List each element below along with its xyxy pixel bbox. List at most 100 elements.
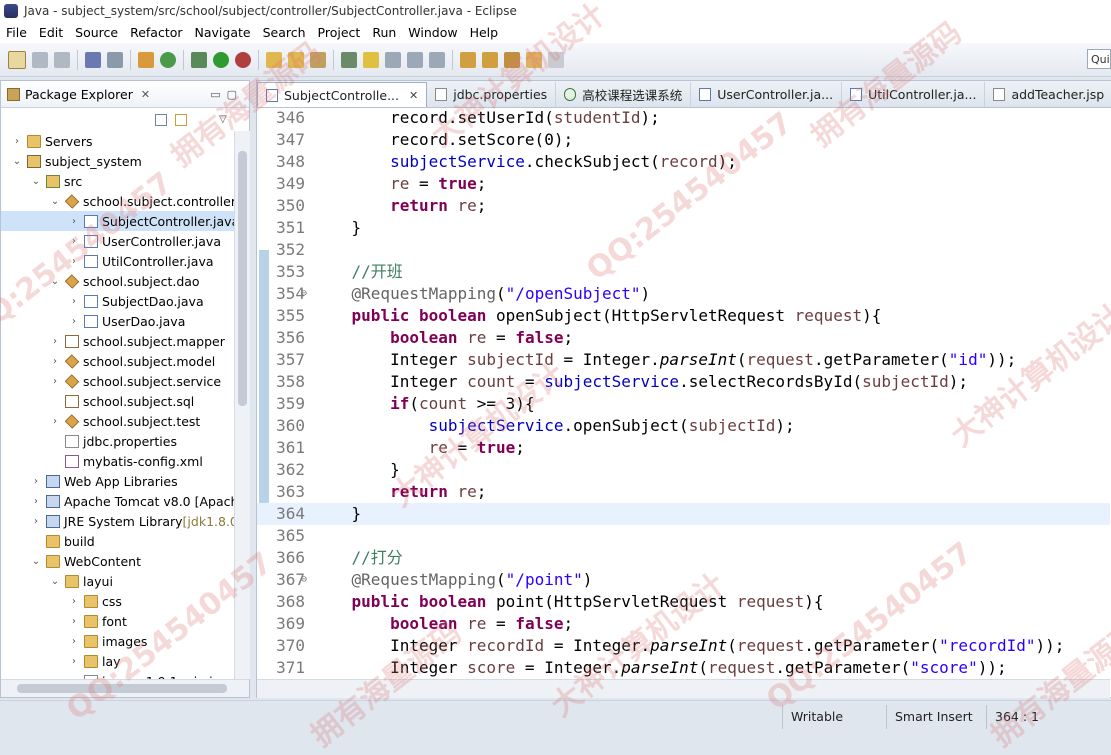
tree-item[interactable]: › UtilController.java [1, 251, 234, 271]
code-line[interactable]: 364 } [257, 503, 1110, 525]
tree-item[interactable]: › UserController.java [1, 231, 234, 251]
code-line[interactable]: 371 Integer score = Integer.parseInt(req… [257, 657, 1110, 679]
chevron-down-icon[interactable]: ⌄ [49, 576, 61, 587]
new-icon[interactable] [8, 50, 26, 69]
chevron-down-icon[interactable]: ⌄ [49, 196, 61, 207]
tree-item[interactable]: › school.subject.model [1, 351, 234, 371]
tree-item[interactable]: › JRE System Library [jdk1.8.0_ [1, 511, 234, 531]
console-icon[interactable] [85, 51, 101, 68]
search-icon[interactable] [107, 51, 123, 68]
code-line[interactable]: 366 //打分 [257, 547, 1110, 569]
code-line[interactable]: 367 ⊖ @RequestMapping("/point") [257, 569, 1110, 591]
menu-search[interactable]: Search [257, 25, 312, 40]
tree-item[interactable]: › SubjectDao.java [1, 291, 234, 311]
marker-icon[interactable] [341, 51, 357, 68]
tree-item[interactable]: ⌄ school.subject.controller [1, 191, 234, 211]
menu-file[interactable]: File [0, 25, 33, 40]
chevron-down-icon[interactable]: ⌄ [30, 176, 42, 187]
show-whitespace-icon[interactable] [429, 51, 445, 68]
code-line[interactable]: 359 if(count >= 3){ [257, 393, 1110, 415]
chevron-right-icon[interactable]: › [68, 256, 80, 267]
chevron-right-icon[interactable]: › [11, 136, 23, 147]
code-line[interactable]: 352 [257, 239, 1110, 261]
edit-icon[interactable] [310, 51, 326, 68]
code-line[interactable]: 365 [257, 525, 1110, 547]
chevron-right-icon[interactable]: › [68, 296, 80, 307]
code-line[interactable]: 346 record.setUserId(studentId); [257, 107, 1110, 129]
menu-project[interactable]: Project [312, 25, 367, 40]
scrollbar-thumb[interactable] [238, 151, 247, 406]
chevron-right-icon[interactable]: › [68, 216, 80, 227]
tree-item[interactable]: ⌄ WebContent [1, 551, 234, 571]
code-line[interactable]: 350 return re; [257, 195, 1110, 217]
tree-item[interactable]: ⌄ src [1, 171, 234, 191]
code-line[interactable]: 354 ⊖ @RequestMapping("/openSubject") [257, 283, 1110, 305]
chevron-right-icon[interactable]: › [68, 236, 80, 247]
chevron-right-icon[interactable]: › [68, 316, 80, 327]
tree-horizontal-scrollbar[interactable] [1, 679, 249, 697]
editor-tab[interactable]: UtilController.ja... [842, 82, 986, 107]
open-type-icon[interactable] [266, 51, 282, 68]
tree-item[interactable]: › UserDao.java [1, 311, 234, 331]
chevron-right-icon[interactable]: › [49, 376, 61, 387]
menu-refactor[interactable]: Refactor [124, 25, 188, 40]
code-line[interactable]: 360 subjectService.openSubject(subjectId… [257, 415, 1110, 437]
code-line[interactable]: 357 Integer subjectId = Integer.parseInt… [257, 349, 1110, 371]
tree-vertical-scrollbar[interactable] [234, 131, 250, 679]
chevron-right-icon[interactable]: › [30, 496, 42, 507]
chevron-down-icon[interactable]: ⌄ [49, 276, 61, 287]
chevron-right-icon[interactable]: › [30, 476, 42, 487]
forward-icon[interactable] [548, 51, 564, 68]
tree-item[interactable]: › school.subject.service [1, 371, 234, 391]
menu-source[interactable]: Source [69, 25, 124, 40]
code-line[interactable]: 349 re = true; [257, 173, 1110, 195]
minimize-maximize-icon[interactable]: ▭▢ [210, 88, 243, 101]
chevron-right-icon[interactable]: › [49, 336, 61, 347]
tree-item[interactable]: › school.subject.test [1, 411, 234, 431]
menu-run[interactable]: Run [366, 25, 402, 40]
tree-item[interactable]: › school.subject.mapper [1, 331, 234, 351]
code-line[interactable]: 368 public boolean point(HttpServletRequ… [257, 591, 1110, 613]
tree-item[interactable]: › SubjectController.java [1, 211, 234, 231]
code-area[interactable]: 346 record.setUserId(studentId); 347 reco… [257, 107, 1110, 679]
menu-help[interactable]: Help [464, 25, 505, 40]
chevron-down-icon[interactable]: ⌄ [30, 556, 42, 567]
fold-toggle-icon[interactable]: ⊖ [301, 283, 307, 305]
package-explorer-tab[interactable]: Package Explorer ✕ [1, 81, 156, 107]
tree-item[interactable]: build [1, 531, 234, 551]
view-menu-icon[interactable]: ▽ [219, 114, 231, 126]
tree-item[interactable]: school.subject.sql [1, 391, 234, 411]
back-icon[interactable] [526, 51, 542, 68]
chevron-right-icon[interactable]: › [68, 636, 80, 647]
last-edit-icon[interactable] [504, 51, 520, 68]
close-icon[interactable]: ✕ [409, 89, 418, 102]
menu-navigate[interactable]: Navigate [189, 25, 257, 40]
tree-item[interactable]: › images [1, 631, 234, 651]
tree-item[interactable]: mybatis-config.xml [1, 451, 234, 471]
tree-item[interactable]: › Web App Libraries [1, 471, 234, 491]
code-line[interactable]: 358 Integer count = subjectService.selec… [257, 371, 1110, 393]
code-line[interactable]: 369 boolean re = false; [257, 613, 1110, 635]
chevron-right-icon[interactable]: › [68, 656, 80, 667]
code-line[interactable]: 361 re = true; [257, 437, 1110, 459]
code-line[interactable]: 355 public boolean openSubject(HttpServl… [257, 305, 1110, 327]
tree-item[interactable]: jquery-1.9.1.min.js [1, 671, 234, 679]
scrollbar-thumb[interactable] [17, 684, 227, 693]
highlight-icon[interactable] [363, 51, 379, 68]
debug-icon[interactable] [191, 51, 207, 68]
menu-window[interactable]: Window [402, 25, 463, 40]
editor-tab[interactable]: UserController.ja... [691, 82, 843, 107]
chevron-right-icon[interactable]: › [49, 356, 61, 367]
chevron-right-icon[interactable]: › [49, 416, 61, 427]
link-with-editor-icon[interactable] [175, 114, 187, 126]
chevron-right-icon[interactable]: › [30, 516, 42, 527]
editor-tab[interactable]: jdbc.properties [427, 82, 557, 107]
code-line[interactable]: 370 Integer recordId = Integer.parseInt(… [257, 635, 1110, 657]
tree-item[interactable]: ⌄ subject_system [1, 151, 234, 171]
open-resource-icon[interactable] [288, 51, 304, 68]
fold-toggle-icon[interactable]: ⊖ [301, 569, 307, 591]
tree-item[interactable]: › lay [1, 651, 234, 671]
chevron-right-icon[interactable]: › [68, 616, 80, 627]
save-all-icon[interactable] [54, 51, 70, 68]
tree-item[interactable]: › font [1, 611, 234, 631]
